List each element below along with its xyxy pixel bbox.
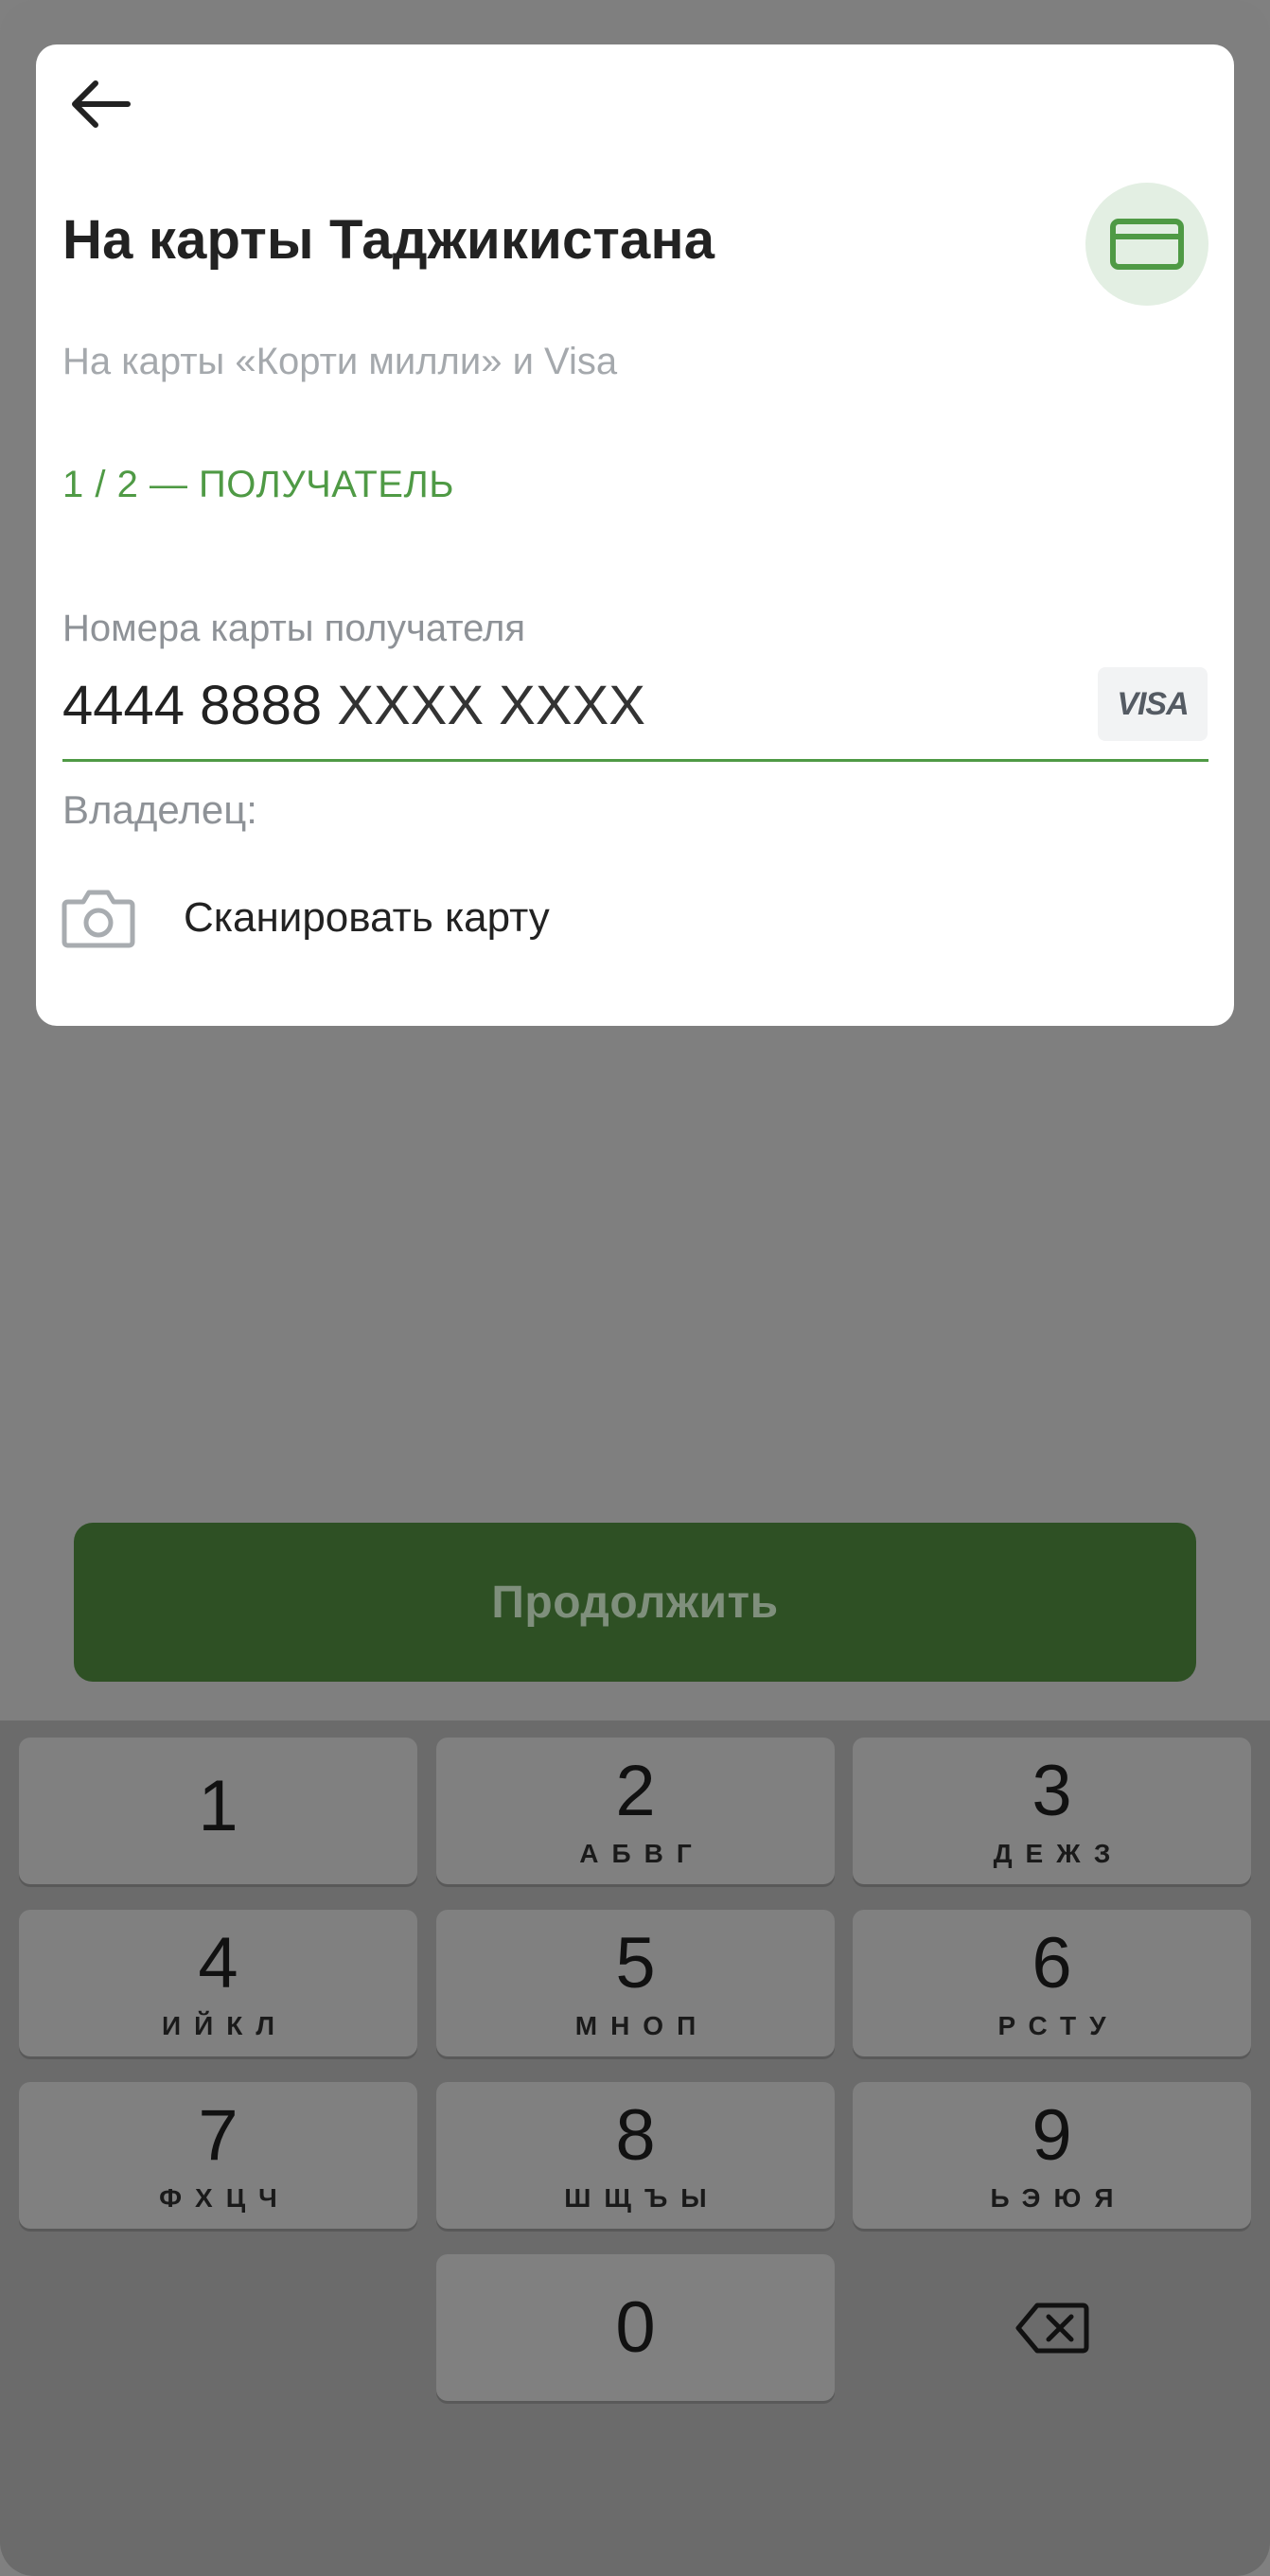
- transfer-card: [36, 44, 1234, 1026]
- screen: На карты Таджикистана На карты «Корти ми…: [0, 0, 1270, 2576]
- key-7[interactable]: 7 ФХЦЧ: [19, 2082, 417, 2229]
- credit-card-icon: [1110, 219, 1184, 270]
- key-6[interactable]: 6 РСТУ: [853, 1910, 1251, 2056]
- delete-key[interactable]: [853, 2254, 1251, 2401]
- key-4[interactable]: 4 ИЙКЛ: [19, 1910, 417, 2056]
- camera-icon: [61, 885, 136, 951]
- key-digit: 3: [1032, 1750, 1072, 1831]
- continue-button[interactable]: Продолжить: [74, 1523, 1196, 1682]
- card-number-input[interactable]: 4444 8888 XXXX XXXX: [62, 674, 645, 737]
- key-letters: ИЙКЛ: [162, 2010, 288, 2040]
- key-1[interactable]: 1: [19, 1738, 417, 1884]
- key-digit: 7: [198, 2094, 238, 2176]
- key-digit: 6: [1032, 1922, 1072, 2003]
- page-subtitle: На карты «Корти милли» и Visa: [62, 341, 618, 382]
- key-digit: 1: [198, 1765, 238, 1846]
- key-8[interactable]: 8 ШЩЪЫ: [436, 2082, 835, 2229]
- key-0[interactable]: 0: [436, 2254, 835, 2401]
- arrow-left-icon: [72, 80, 131, 128]
- key-letters: ШЩЪЫ: [564, 2182, 720, 2213]
- key-letters: ФХЦЧ: [159, 2182, 291, 2213]
- key-letters: РСТУ: [997, 2010, 1120, 2040]
- step-indicator: 1 / 2 — ПОЛУЧАТЕЛЬ: [62, 464, 454, 505]
- key-letters: ЬЭЮЯ: [990, 2182, 1127, 2213]
- owner-label: Владелец:: [62, 787, 257, 832]
- key-digit: 8: [615, 2094, 656, 2176]
- scan-card-button[interactable]: Сканировать карту: [61, 880, 723, 956]
- card-number-label: Номера карты получателя: [62, 608, 526, 649]
- key-9[interactable]: 9 ЬЭЮЯ: [853, 2082, 1251, 2229]
- key-digit: 2: [615, 1750, 656, 1831]
- key-5[interactable]: 5 МНОП: [436, 1910, 835, 2056]
- scan-card-label: Сканировать карту: [184, 894, 550, 941]
- back-button[interactable]: [61, 71, 136, 137]
- key-letters: МНОП: [574, 2010, 710, 2040]
- page-title: На карты Таджикистана: [62, 209, 715, 271]
- key-digit: 4: [198, 1922, 238, 2003]
- key-letters: АБВГ: [579, 1838, 705, 1868]
- card-number-mask: XXXX XXXX: [337, 675, 645, 736]
- key-digit: 5: [615, 1922, 656, 2003]
- key-3[interactable]: 3 ДЕЖЗ: [853, 1738, 1251, 1884]
- visa-logo: VISA: [1098, 667, 1208, 741]
- key-digit: 0: [615, 2286, 656, 2368]
- key-2[interactable]: 2 АБВГ: [436, 1738, 835, 1884]
- backspace-icon: [1015, 2303, 1088, 2353]
- key-letters: ДЕЖЗ: [993, 1838, 1124, 1868]
- key-digit: 9: [1032, 2094, 1072, 2176]
- card-number-digits: 4444 8888: [62, 675, 323, 736]
- card-number-underline: [62, 759, 1208, 762]
- card-type-badge: [1085, 183, 1208, 306]
